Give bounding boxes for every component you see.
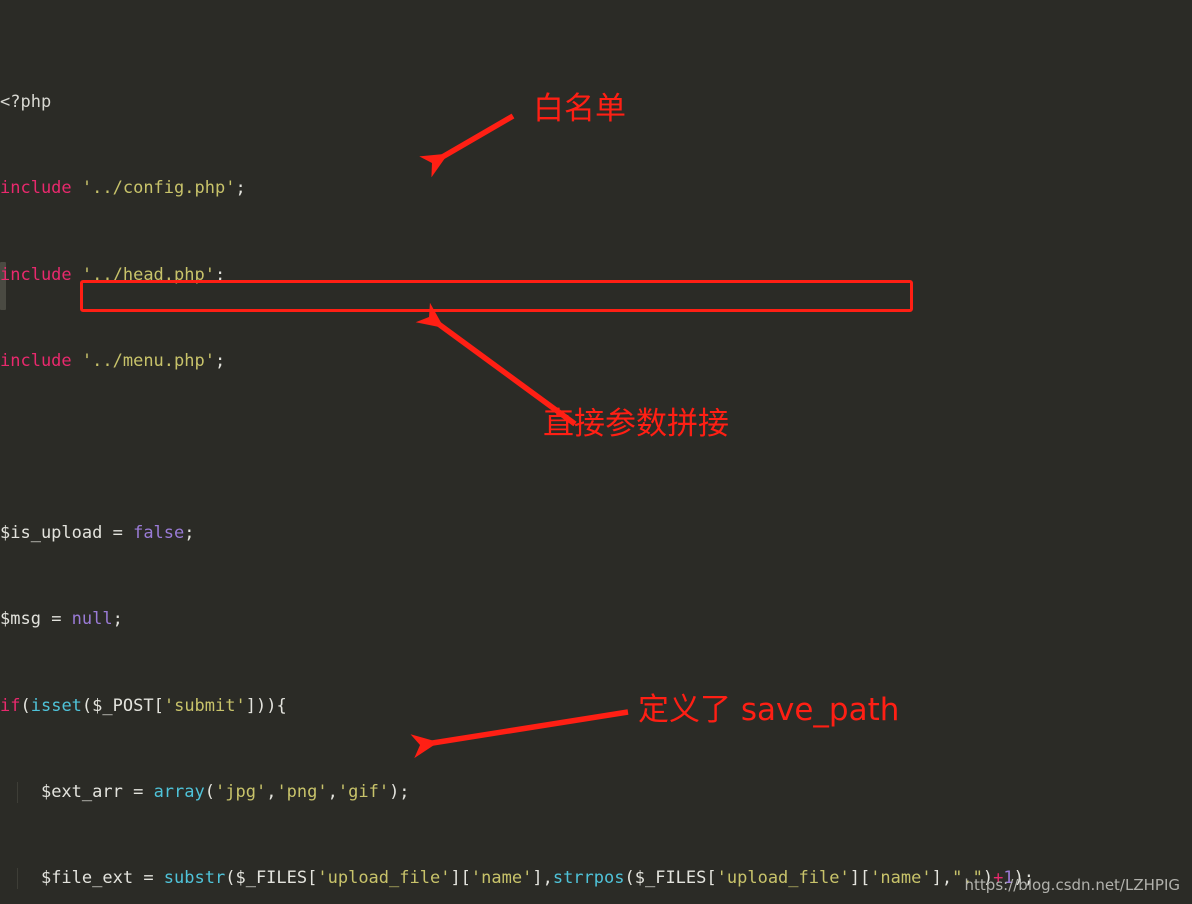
code-line: $ext_arr = array('jpg','png','gif'); [0,781,1034,804]
watermark-url: https://blog.csdn.net/LZHPIG [964,876,1180,894]
code-line: include '../config.php'; [0,178,246,199]
annotation-whitelist-label: 白名单 [533,91,626,127]
code-editor-surface: <?php include '../config.php'; include '… [0,0,1192,904]
red-highlight-box [80,280,913,312]
code-line: include '../menu.php'; [0,350,226,371]
code-content: <?php include '../config.php'; include '… [0,0,1034,904]
code-line: $file_ext = substr($_FILES['upload_file'… [0,867,1034,890]
code-line: $msg = null; [0,609,123,630]
code-line: <?php [0,92,52,113]
annotation-savepath-label: 定义了 save_path [638,692,900,728]
code-line: $is_upload = false; [0,523,195,544]
annotation-concat-label: 直接参数拼接 [543,406,729,442]
